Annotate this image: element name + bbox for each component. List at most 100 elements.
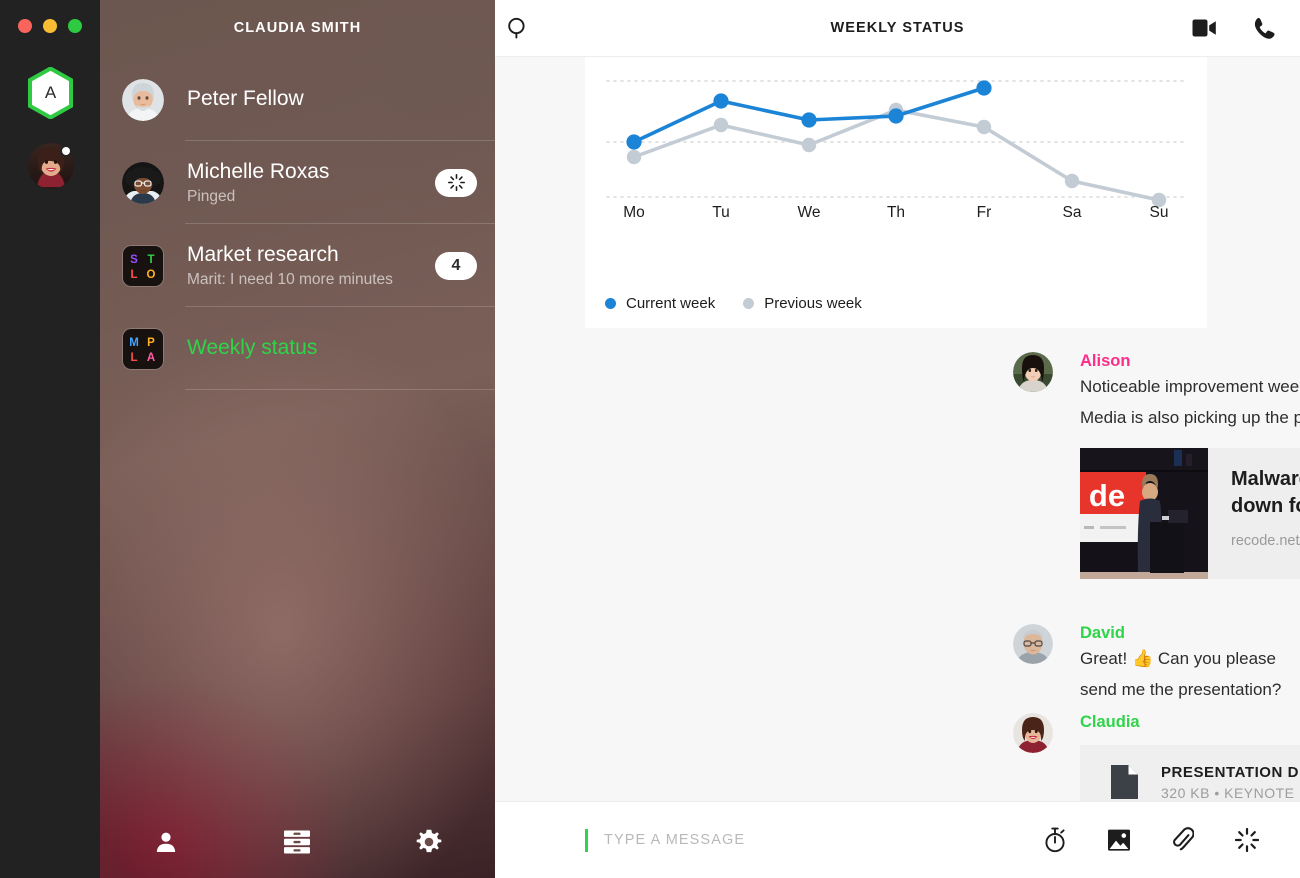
svg-text:P: P (147, 337, 155, 349)
file-attachment-card[interactable]: PRESENTATION DRAFT 320 KB • KEYNOTE (1080, 744, 1300, 801)
image-button[interactable] (1106, 826, 1132, 854)
conversation-item-weekly-status[interactable]: M P L A Weekly status (100, 307, 495, 390)
chart-legend: Current week Previous week (605, 295, 862, 312)
svg-text:L: L (130, 352, 137, 364)
conversation-name: Market research (187, 243, 339, 267)
conversation-item-peter-fellow[interactable]: Peter Fellow (100, 58, 495, 141)
voice-call-button[interactable] (1240, 17, 1286, 40)
conversation-subtitle: Marit: I need 10 more minutes (187, 270, 393, 288)
workspace-hexagon-button[interactable]: A (27, 67, 74, 119)
svg-text:S: S (130, 254, 138, 266)
message-composer (495, 801, 1300, 878)
paperclip-icon (1172, 827, 1194, 853)
ping-badge[interactable] (435, 168, 477, 197)
svg-text:Mo: Mo (623, 204, 645, 221)
avatar-claudia[interactable] (1013, 713, 1053, 753)
legend-item-previous-week: Previous week (743, 295, 862, 312)
ping-button[interactable] (1234, 826, 1260, 854)
left-rail: A (0, 0, 100, 878)
file-name: PRESENTATION DRAFT (1161, 763, 1300, 781)
sidebar-nav-settings[interactable] (402, 822, 456, 862)
message-body: David Great! 👍 Can you please send me th… (1080, 624, 1300, 706)
message-author: David (1080, 624, 1125, 642)
composer-actions (1042, 826, 1260, 854)
avatar-david[interactable] (1013, 624, 1053, 664)
conversation-text: Michelle Roxas Pinged (187, 159, 435, 205)
link-preview-info: Malware attacks up, impact on bottom lin… (1208, 448, 1300, 579)
chart-card: Mo Tu We Th Fr Sa Su Current week Previo… (585, 57, 1207, 328)
legend-label-current-week: Current week (626, 295, 716, 312)
sidebar-nav-contacts[interactable] (139, 822, 193, 862)
close-window-button[interactable] (18, 19, 32, 33)
legend-dot-previous-week (743, 298, 755, 309)
message-line: Noticeable improvement week-over-week no… (1080, 376, 1300, 396)
conversation-name: Weekly status (187, 336, 318, 360)
conversation-item-michelle-roxas[interactable]: Michelle Roxas Pinged (100, 141, 495, 224)
topbar-actions (1182, 17, 1286, 40)
svg-text:We: We (798, 204, 821, 221)
app-window: A CLAUDIA SMITH Peter Fellow Michelle Ro… (0, 0, 1300, 878)
svg-text:O: O (147, 269, 156, 281)
zoom-window-button[interactable] (68, 19, 82, 33)
workspace-letter: A (44, 83, 57, 102)
legend-dot-current-week (605, 298, 616, 309)
conversation-sidebar: CLAUDIA SMITH Peter Fellow Michelle Roxa… (100, 0, 495, 878)
message-author: Claudia (1080, 713, 1140, 731)
svg-text:de: de (1089, 478, 1125, 513)
conversation-name: Michelle Roxas (187, 160, 330, 184)
avatar-alison[interactable] (1013, 352, 1053, 392)
avatar-group-weekly-status: M P L A (122, 327, 164, 370)
video-call-button[interactable] (1182, 17, 1228, 40)
message-claudia: Claudia PRESENTATION DRAFT 320 KB • KEYN… (1013, 713, 1300, 801)
svg-text:M: M (129, 337, 139, 349)
message-alison: Alison Noticeable improvement week-over-… (1013, 352, 1300, 579)
link-preview-thumbnail: de (1080, 447, 1208, 579)
message-author: Alison (1080, 352, 1131, 370)
avatar-michelle-roxas (122, 161, 164, 204)
ping-burst-icon (1235, 828, 1259, 852)
gear-icon (416, 829, 442, 855)
svg-text:Th: Th (887, 204, 905, 221)
drawers-icon (284, 830, 311, 854)
link-preview-card[interactable]: de Malwar down f recode.net (1080, 447, 1300, 579)
avatar-group-market-research: S T L O (122, 244, 164, 287)
weekly-line-chart: Mo Tu We Th Fr Sa Su (606, 80, 1186, 221)
message-line: Great! 👍 Can you please send me the pres… (1080, 648, 1282, 699)
message-body: Claudia PRESENTATION DRAFT 320 KB • KEYN… (1080, 713, 1300, 801)
conversation-text: Market research Marit: I need 10 more mi… (187, 242, 435, 288)
image-icon (1107, 828, 1131, 852)
stopwatch-icon (1044, 827, 1066, 853)
minimize-window-button[interactable] (43, 19, 57, 33)
svg-text:Tu: Tu (712, 204, 730, 221)
unread-count-badge[interactable]: 4 (435, 251, 477, 280)
chat-topbar: WEEKLY STATUS (495, 0, 1300, 57)
ping-burst-icon (447, 174, 465, 191)
message-thread[interactable]: Mo Tu We Th Fr Sa Su Current week Previo… (495, 57, 1300, 801)
svg-text:Su: Su (1150, 204, 1169, 221)
file-meta: PRESENTATION DRAFT 320 KB • KEYNOTE (1161, 764, 1300, 801)
link-preview-url: recode.net/…up-impact-on-bottom-line-dow… (1231, 532, 1300, 549)
message-input[interactable] (588, 832, 1042, 848)
message-line: Media is also picking up the positive tr… (1080, 407, 1300, 427)
conversation-subtitle: Pinged (187, 187, 236, 205)
link-preview-title: Malware attacks up, impact on bottom lin… (1231, 467, 1300, 517)
svg-text:L: L (130, 269, 137, 281)
traffic-lights (18, 19, 82, 33)
svg-text:Fr: Fr (977, 204, 992, 221)
legend-label-previous-week: Previous week (764, 295, 862, 312)
conversation-list: Peter Fellow Michelle Roxas Pinged S T L… (100, 58, 495, 390)
conversation-item-market-research[interactable]: S T L O Market research Marit: I need 10… (100, 224, 495, 307)
document-icon (1111, 765, 1138, 800)
timer-button[interactable] (1042, 826, 1068, 854)
conversation-text: Peter Fellow (187, 86, 477, 112)
conversation-text: Weekly status (187, 335, 477, 361)
sidebar-title: CLAUDIA SMITH (233, 20, 362, 36)
avatar-peter-fellow (122, 78, 164, 121)
attachment-button[interactable] (1170, 826, 1196, 854)
main-pane: WEEKLY STATUS Mo Tu We Th Fr Sa Su Curre… (495, 0, 1300, 878)
legend-item-current-week: Current week (605, 295, 715, 312)
video-camera-icon (1192, 18, 1218, 38)
svg-text:Sa: Sa (1063, 204, 1082, 221)
account-status-dot (60, 145, 72, 157)
sidebar-nav-channels[interactable] (270, 822, 324, 862)
